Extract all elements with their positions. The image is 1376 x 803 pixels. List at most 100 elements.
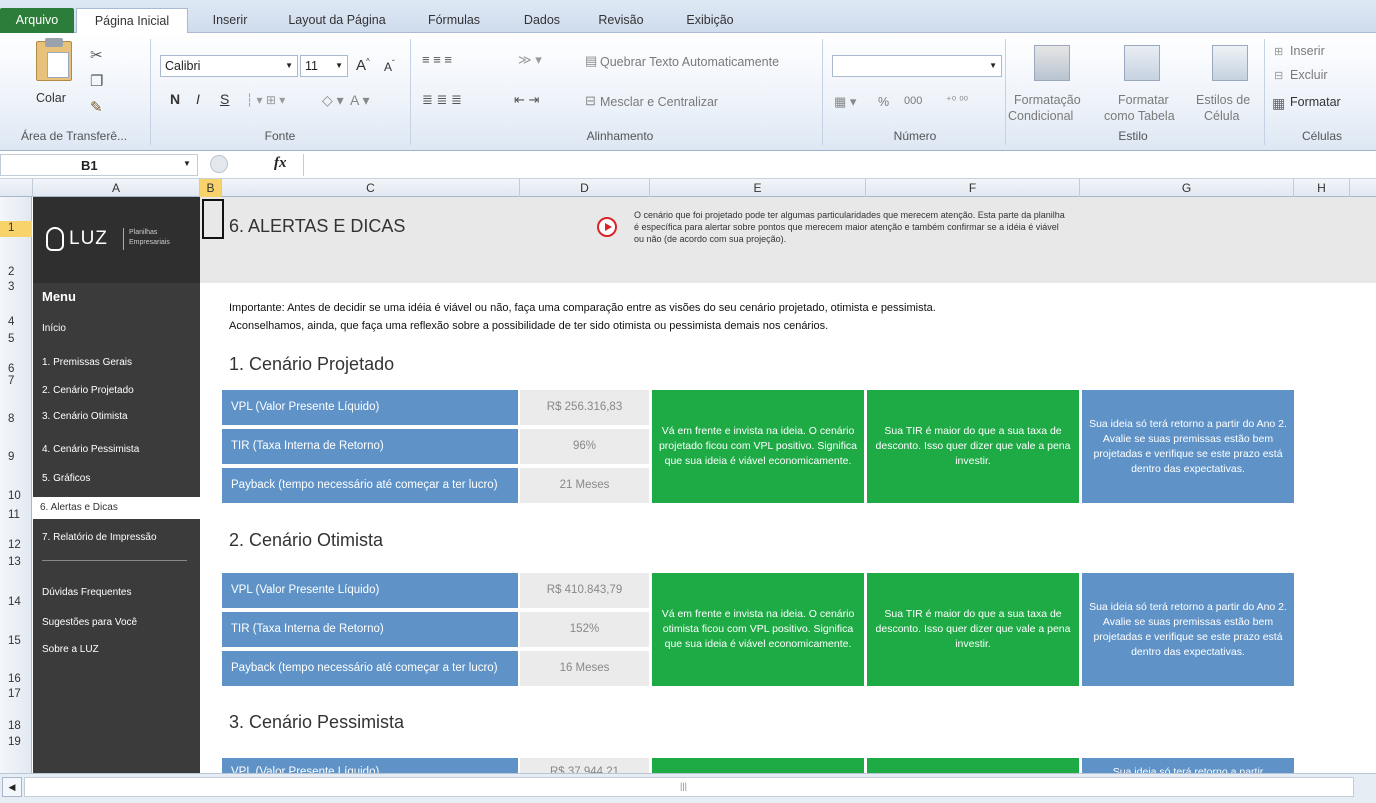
menu-item-premissas[interactable]: 1. Premissas Gerais xyxy=(42,357,132,368)
column-header-b[interactable]: B xyxy=(200,179,222,197)
page-note: O cenário que foi projetado pode ter alg… xyxy=(634,209,1065,245)
font-name-select[interactable]: Calibri ▼ xyxy=(160,55,298,77)
percent-button[interactable]: % xyxy=(878,95,889,109)
row-header-14[interactable]: 14 xyxy=(0,596,32,608)
row-header-19[interactable]: 19 xyxy=(0,736,32,748)
column-header-e[interactable]: E xyxy=(650,179,866,197)
row-header-12[interactable]: 12 xyxy=(0,539,32,551)
column-header-c[interactable]: C xyxy=(222,179,520,197)
row-header-17[interactable]: 17 xyxy=(0,688,32,700)
thousands-button[interactable]: 000 xyxy=(904,95,922,107)
tab-revisao[interactable]: Revisão xyxy=(585,8,657,33)
tir-message xyxy=(867,758,1079,773)
row-header-3[interactable]: 3 xyxy=(0,281,32,293)
italic-button[interactable]: I xyxy=(196,91,200,107)
currency-icon[interactable]: ▦ ▾ xyxy=(834,93,856,111)
merge-center-button[interactable]: Mesclar e Centralizar xyxy=(600,95,718,109)
play-icon[interactable] xyxy=(597,217,617,237)
cancel-entry-icon[interactable] xyxy=(210,155,228,173)
column-header-d[interactable]: D xyxy=(520,179,650,197)
shrink-font-icon[interactable]: Aˇ xyxy=(384,59,395,74)
format-table-icon[interactable] xyxy=(1124,45,1160,81)
row-header-18[interactable]: 18 xyxy=(0,720,32,732)
insert-cells-button[interactable]: Inserir xyxy=(1290,44,1325,58)
tab-pagina-inicial[interactable]: Página Inicial xyxy=(76,8,188,34)
indent-icon[interactable]: ⇤ ⇥ xyxy=(514,91,539,109)
underline-button[interactable]: S xyxy=(220,91,229,107)
menu-item-pessimista[interactable]: 4. Cenário Pessimista xyxy=(42,444,139,455)
row-header-15[interactable]: 15 xyxy=(0,635,32,647)
column-header-h[interactable]: H xyxy=(1294,179,1350,197)
row-header-10[interactable]: 10 xyxy=(0,490,32,502)
font-color-icon[interactable]: A ▾ xyxy=(350,91,369,109)
vpl-label: VPL (Valor Presente Líquido) xyxy=(222,758,518,773)
paste-button[interactable]: Colar xyxy=(36,91,66,105)
format-cells-button[interactable]: Formatar xyxy=(1290,95,1341,109)
number-format-select[interactable]: ▼ xyxy=(832,55,1002,77)
scroll-thumb[interactable]: ||| xyxy=(24,777,1354,797)
decimal-icon[interactable]: ⁺⁰ ⁰⁰ xyxy=(946,92,968,110)
column-header-g[interactable]: G xyxy=(1080,179,1294,197)
menu-item-otimista[interactable]: 3. Cenário Otimista xyxy=(42,411,128,422)
fill-color-icon[interactable]: ◇ ▾ xyxy=(322,91,344,109)
menu-item-alertas[interactable]: 6. Alertas e Dicas xyxy=(33,497,200,519)
cell-styles-label-2[interactable]: Célula xyxy=(1204,109,1239,123)
row-header-7[interactable]: 7 xyxy=(0,375,32,387)
bold-button[interactable]: N xyxy=(170,91,180,107)
menu-item-projetado[interactable]: 2. Cenário Projetado xyxy=(42,385,134,396)
tab-layout-pagina[interactable]: Layout da Página xyxy=(278,8,396,33)
tab-formulas[interactable]: Fórmulas xyxy=(414,8,494,33)
copy-icon[interactable]: ❐ xyxy=(90,73,103,91)
format-painter-icon[interactable]: ✎ xyxy=(90,99,103,117)
row-header-5[interactable]: 5 xyxy=(0,333,32,345)
border-icon[interactable]: ┆ ▾ ⊞ ▾ xyxy=(246,91,285,109)
row-header-1[interactable]: 1 xyxy=(0,221,32,237)
align-left-icon[interactable]: ≣ ≣ ≣ xyxy=(422,91,462,109)
paste-icon[interactable] xyxy=(36,38,72,81)
menu-item-inicio[interactable]: Início xyxy=(42,323,66,334)
cell-styles-label-1[interactable]: Estilos de xyxy=(1196,93,1250,107)
selected-cell-b1[interactable] xyxy=(202,199,224,239)
row-header-13[interactable]: 13 xyxy=(0,556,32,568)
align-top-icon[interactable]: ≡ ≡ ≡ xyxy=(422,51,452,69)
tab-dados[interactable]: Dados xyxy=(512,8,572,33)
menu-item-relatorio[interactable]: 7. Relatório de Impressão xyxy=(42,532,157,543)
grow-font-icon[interactable]: A^ xyxy=(356,57,370,74)
menu-item-sugestoes[interactable]: Sugestões para Você xyxy=(42,617,137,628)
delete-cells-button[interactable]: Excluir xyxy=(1290,68,1328,82)
horizontal-scrollbar[interactable]: ◀ ||| xyxy=(0,773,1376,803)
font-size-select[interactable]: 11 ▼ xyxy=(300,55,348,77)
payback-label: Payback (tempo necessário até começar a … xyxy=(222,651,518,686)
row-header-9[interactable]: 9 xyxy=(0,451,32,463)
wrap-text-button[interactable]: Quebrar Texto Automaticamente xyxy=(600,55,779,69)
row-header-11[interactable]: 11 xyxy=(0,509,32,521)
tab-inserir[interactable]: Inserir xyxy=(200,8,260,33)
tab-exibicao[interactable]: Exibição xyxy=(670,8,750,33)
tab-arquivo[interactable]: Arquivo xyxy=(0,8,74,33)
row-header-4[interactable]: 4 xyxy=(0,316,32,328)
vpl-value: R$ 410.843,79 xyxy=(520,573,649,608)
row-header-2[interactable]: 2 xyxy=(0,266,32,278)
cell-styles-icon[interactable] xyxy=(1212,45,1248,81)
column-header-a[interactable]: A xyxy=(33,179,200,197)
column-header-f[interactable]: F xyxy=(866,179,1080,197)
conditional-format-label-1[interactable]: Formatação xyxy=(1014,93,1081,107)
scroll-left-icon[interactable]: ◀ xyxy=(2,777,22,797)
menu-item-duvidas[interactable]: Dúvidas Frequentes xyxy=(42,587,132,598)
cut-icon[interactable]: ✂ xyxy=(90,47,103,65)
menu-item-graficos[interactable]: 5. Gráficos xyxy=(42,473,90,484)
insert-function-icon[interactable]: fx xyxy=(274,155,287,172)
row-header-16[interactable]: 16 xyxy=(0,673,32,685)
conditional-format-label-2[interactable]: Condicional xyxy=(1008,109,1073,123)
chevron-down-icon: ▼ xyxy=(183,159,191,168)
menu-item-sobre[interactable]: Sobre a LUZ xyxy=(42,644,99,655)
formula-input[interactable] xyxy=(303,154,1376,176)
select-all-corner[interactable] xyxy=(0,179,33,197)
row-header-6[interactable]: 6 xyxy=(0,363,32,375)
row-header-8[interactable]: 8 xyxy=(0,413,32,425)
conditional-format-icon[interactable] xyxy=(1034,45,1070,81)
format-table-label-2[interactable]: como Tabela xyxy=(1104,109,1175,123)
format-table-label-1[interactable]: Formatar xyxy=(1118,93,1169,107)
name-box[interactable]: B1 ▼ xyxy=(0,154,198,176)
orientation-icon[interactable]: ≫ ▾ xyxy=(518,51,542,69)
